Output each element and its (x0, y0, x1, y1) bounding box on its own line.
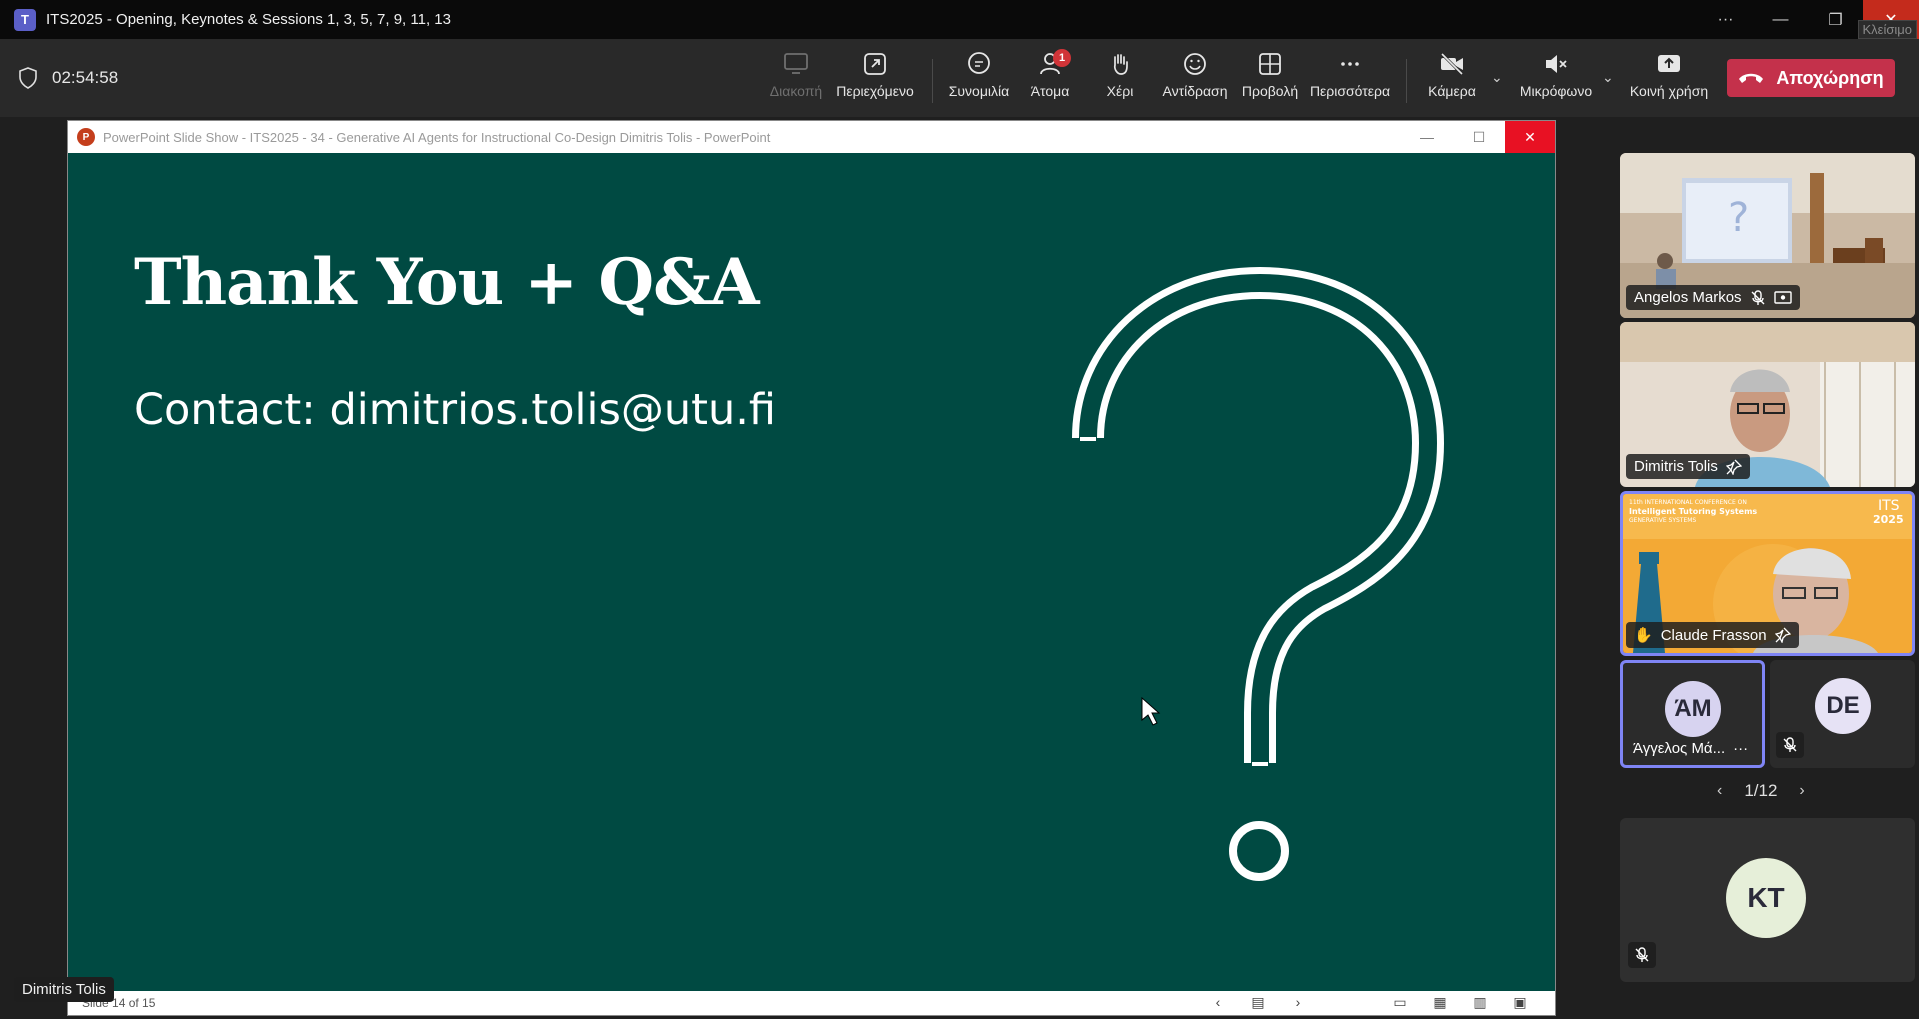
react-button[interactable]: Αντίδραση (1158, 51, 1232, 111)
presenter-name-label: Dimitris Tolis (14, 977, 114, 1002)
svg-text:Intelligent Tutoring Systems: Intelligent Tutoring Systems (1629, 507, 1757, 516)
shared-screen-ppt-window: P PowerPoint Slide Show - ITS2025 - 34 -… (67, 120, 1556, 1016)
speaker-muted-icon (1546, 55, 1567, 73)
screen-share-icon (784, 53, 808, 74)
camera-button[interactable]: Κάμερα (1421, 51, 1483, 111)
ellipsis-icon (1341, 62, 1359, 66)
toolbar-divider (932, 59, 933, 103)
people-button[interactable]: Άτομα 1 (1025, 49, 1075, 111)
meeting-toolbar: 02:54:58 Διακοπή Περιεχόμενο Συνομιλία Ά… (0, 39, 1919, 117)
normal-view-icon[interactable]: ▭ (1391, 994, 1409, 1011)
window-title: ITS2025 - Opening, Keynotes & Sessions 1… (46, 11, 451, 28)
ppt-maximize-button[interactable]: ☐ (1453, 121, 1505, 153)
participant-tile[interactable]: Dimitris Tolis (1620, 322, 1915, 487)
restore-button[interactable]: ❐ (1808, 0, 1863, 39)
participant-tile[interactable]: DE (1770, 660, 1915, 768)
ppt-statusbar: Slide 14 of 15 ‹ ▤ › ▭ ▦ ▥ ▣ (68, 991, 1555, 1015)
ppt-minimize-button[interactable]: — (1401, 121, 1453, 153)
camera-options-chevron-icon[interactable]: ⌄ (1491, 69, 1503, 86)
ppt-close-button[interactable]: ✕ (1505, 121, 1555, 153)
svg-text:GENERATIVE SYSTEMS: GENERATIVE SYSTEMS (1629, 517, 1696, 524)
window-titlebar: T ITS2025 - Opening, Keynotes & Sessions… (0, 0, 1919, 39)
participant-name-tag: Angelos Markos (1626, 285, 1800, 310)
page-indicator: 1/12 (1744, 781, 1778, 800)
view-button[interactable]: Προβολή (1238, 51, 1302, 111)
mouse-cursor-icon (1141, 696, 1161, 726)
more-options-icon[interactable]: ··· (1698, 0, 1753, 39)
pin-icon (1774, 627, 1791, 643)
mic-off-icon (1628, 942, 1656, 968)
slide-canvas: Thank You + Q&A Contact: dimitrios.tolis… (68, 153, 1555, 991)
meeting-timer: 02:54:58 (18, 67, 118, 89)
previous-slide-icon[interactable]: ‹ (1209, 994, 1227, 1011)
stop-sharing-button[interactable]: Διακοπή (766, 51, 826, 111)
avatar: ΆΜ (1665, 681, 1721, 737)
share-button[interactable]: Κοινή χρήση (1628, 51, 1710, 111)
ppt-status-icons: ‹ ▤ › ▭ ▦ ▥ ▣ (1209, 994, 1529, 1011)
external-content-icon (864, 53, 886, 75)
teams-icon: T (14, 8, 36, 31)
participant-tile-active-speaker[interactable]: 11th INTERNATIONAL CONFERENCE ON Intelli… (1620, 491, 1915, 656)
smiley-icon (1184, 53, 1206, 75)
svg-text:?: ? (1728, 195, 1749, 241)
content-button[interactable]: Περιεχόμενο (835, 51, 915, 111)
mic-button[interactable]: Μικρόφωνο (1514, 51, 1598, 111)
participant-tile[interactable]: ? Angelos Markos (1620, 153, 1915, 318)
hangup-phone-icon (1739, 73, 1764, 83)
participant-name-tag: Dimitris Tolis (1626, 454, 1750, 479)
pin-icon (1725, 459, 1742, 475)
close-button[interactable]: ✕ Κλείσιμο (1857, 0, 1919, 39)
reading-view-icon[interactable]: ▥ (1471, 994, 1489, 1011)
participant-name-tag: ✋ Claude Frasson (1626, 622, 1799, 648)
ppt-window-title: PowerPoint Slide Show - ITS2025 - 34 - G… (103, 129, 771, 145)
chat-button[interactable]: Συνομιλία (945, 51, 1013, 111)
svg-text:ITS: ITS (1878, 498, 1900, 514)
svg-text:11th INTERNATIONAL CONFERENCE: 11th INTERNATIONAL CONFERENCE ON (1629, 499, 1747, 506)
chevron-left-icon[interactable]: ‹ (1717, 782, 1722, 800)
question-mark-graphic (1072, 266, 1445, 881)
powerpoint-icon: P (77, 128, 95, 146)
more-options-icon[interactable]: ··· (1733, 740, 1748, 757)
participants-pager: ‹ 1/12 › (1717, 781, 1805, 801)
close-tooltip: Κλείσιμο (1857, 20, 1917, 39)
shield-icon (19, 67, 37, 89)
window-controls: ··· — ❐ ✕ Κλείσιμο (1698, 0, 1919, 39)
self-view-tile[interactable]: KT (1620, 818, 1915, 982)
slideshow-view-icon[interactable]: ▣ (1511, 994, 1529, 1011)
chat-icon (968, 52, 990, 74)
next-slide-icon[interactable]: › (1289, 994, 1307, 1011)
mic-off-icon (1751, 289, 1765, 305)
hand-icon (1113, 54, 1128, 75)
room-device-icon (1773, 290, 1792, 304)
minimize-button[interactable]: — (1753, 0, 1808, 39)
raise-hand-button[interactable]: Χέρι (1100, 51, 1140, 111)
people-count-badge: 1 (1053, 49, 1071, 67)
participant-tile[interactable]: ΆΜ Άγγελος Μά... ··· (1620, 660, 1765, 768)
grid-view-icon (1259, 53, 1281, 75)
camera-off-icon (1440, 52, 1464, 76)
mic-off-icon (1776, 732, 1804, 758)
mic-options-chevron-icon[interactable]: ⌄ (1602, 69, 1614, 86)
svg-text:2025: 2025 (1873, 513, 1904, 526)
ppt-window-controls: — ☐ ✕ (1401, 121, 1555, 153)
more-button[interactable]: Περισσότερα (1307, 51, 1393, 111)
share-upload-icon (1658, 55, 1680, 72)
toolbar-divider (1406, 59, 1407, 103)
avatar: KT (1726, 858, 1806, 938)
raised-hand-icon: ✋ (1634, 627, 1653, 644)
timer-text: 02:54:58 (52, 68, 119, 87)
ppt-titlebar: P PowerPoint Slide Show - ITS2025 - 34 -… (68, 121, 1555, 153)
slide-sorter-icon[interactable]: ▦ (1431, 994, 1449, 1011)
slide-menu-icon[interactable]: ▤ (1249, 994, 1267, 1011)
participant-name-tag: Άγγελος Μά... ··· (1633, 740, 1749, 757)
chevron-right-icon[interactable]: › (1799, 782, 1804, 800)
avatar: DE (1815, 678, 1871, 734)
leave-button[interactable]: Αποχώρηση (1727, 59, 1895, 97)
